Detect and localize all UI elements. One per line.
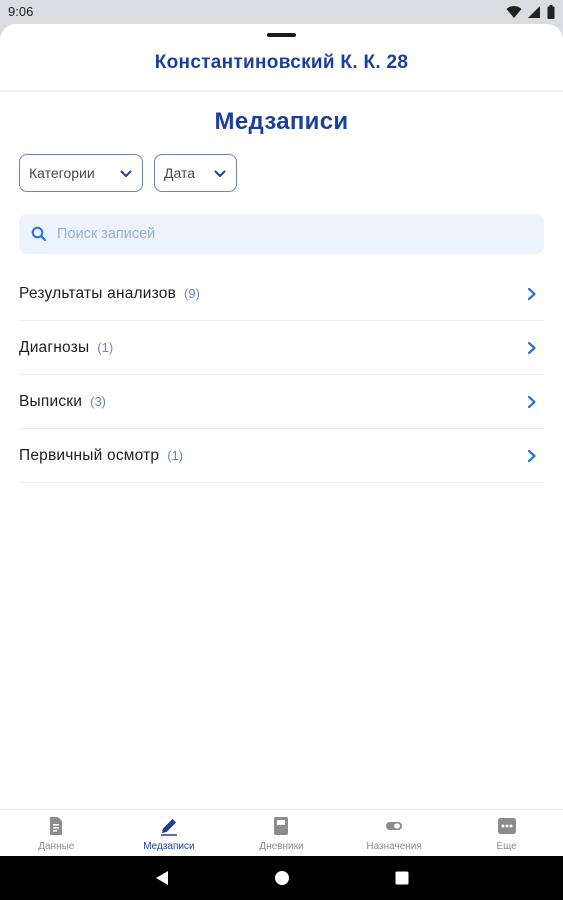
record-label: Выписки <box>19 392 83 410</box>
signal-icon <box>528 6 540 18</box>
search-bar[interactable] <box>19 214 544 254</box>
battery-icon <box>547 5 555 19</box>
pen-icon <box>159 816 179 836</box>
wifi-icon <box>506 6 522 19</box>
records-list: Результаты анализов (9) Диагнозы (1) Выписки… <box>19 267 544 483</box>
record-row[interactable]: Диагнозы (1) <box>19 321 544 375</box>
tab-pill[interactable]: Назначения <box>338 810 451 856</box>
chevron-right-icon <box>527 287 536 301</box>
chevron-right-icon <box>527 395 536 409</box>
status-time: 9:06 <box>8 4 34 19</box>
tab-pen[interactable]: Медзаписи <box>113 810 226 856</box>
tab-label: Дневники <box>259 841 304 852</box>
category-filter[interactable]: Категории <box>19 154 143 192</box>
record-row[interactable]: Выписки (3) <box>19 375 544 429</box>
search-input[interactable] <box>57 214 537 254</box>
pill-icon <box>384 816 404 836</box>
date-filter[interactable]: Дата <box>154 154 237 192</box>
date-filter-label: Дата <box>164 165 196 181</box>
record-label: Диагнозы <box>19 338 90 356</box>
record-label: Результаты анализов <box>19 284 177 302</box>
tab-more[interactable]: Еще <box>450 810 563 856</box>
system-nav-bar <box>0 856 563 900</box>
record-count: (3) <box>90 394 107 409</box>
chevron-right-icon <box>527 449 536 463</box>
tab-label: Еще <box>496 841 517 852</box>
tab-book[interactable]: Дневники <box>225 810 338 856</box>
record-row[interactable]: Первичный осмотр (1) <box>19 429 544 483</box>
patient-name[interactable]: Константиновский К. К. 28 <box>0 52 563 74</box>
status-bar: 9:06 <box>0 0 563 24</box>
sheet-grabber[interactable] <box>267 33 296 37</box>
back-icon[interactable] <box>154 870 170 886</box>
book-icon <box>271 816 291 836</box>
chevron-right-icon <box>527 341 536 355</box>
tab-document[interactable]: Данные <box>0 810 113 856</box>
record-label: Первичный осмотр <box>19 446 160 464</box>
category-filter-label: Категории <box>29 165 95 181</box>
header-divider <box>0 90 563 92</box>
tab-label: Медзаписи <box>143 841 195 852</box>
recents-icon[interactable] <box>394 870 410 886</box>
tab-label: Данные <box>38 841 75 852</box>
record-count: (1) <box>97 340 114 355</box>
chevron-down-icon <box>214 170 226 177</box>
status-icons <box>506 4 555 20</box>
page-title: Медзаписи <box>214 108 349 135</box>
record-row[interactable]: Результаты анализов (9) <box>19 267 544 321</box>
record-count: (9) <box>184 286 200 301</box>
search-icon <box>31 226 47 242</box>
bottom-sheet: Константиновский К. К. 28 Медзаписи Кате… <box>0 24 563 856</box>
bottom-tab-bar: Данные Медзаписи Дневники Назначения Еще <box>0 809 563 856</box>
tab-label: Назначения <box>366 841 422 852</box>
record-count: (1) <box>167 448 184 463</box>
chevron-down-icon <box>120 170 132 177</box>
home-icon[interactable] <box>274 870 290 886</box>
document-icon <box>46 816 66 836</box>
more-icon <box>497 816 517 836</box>
